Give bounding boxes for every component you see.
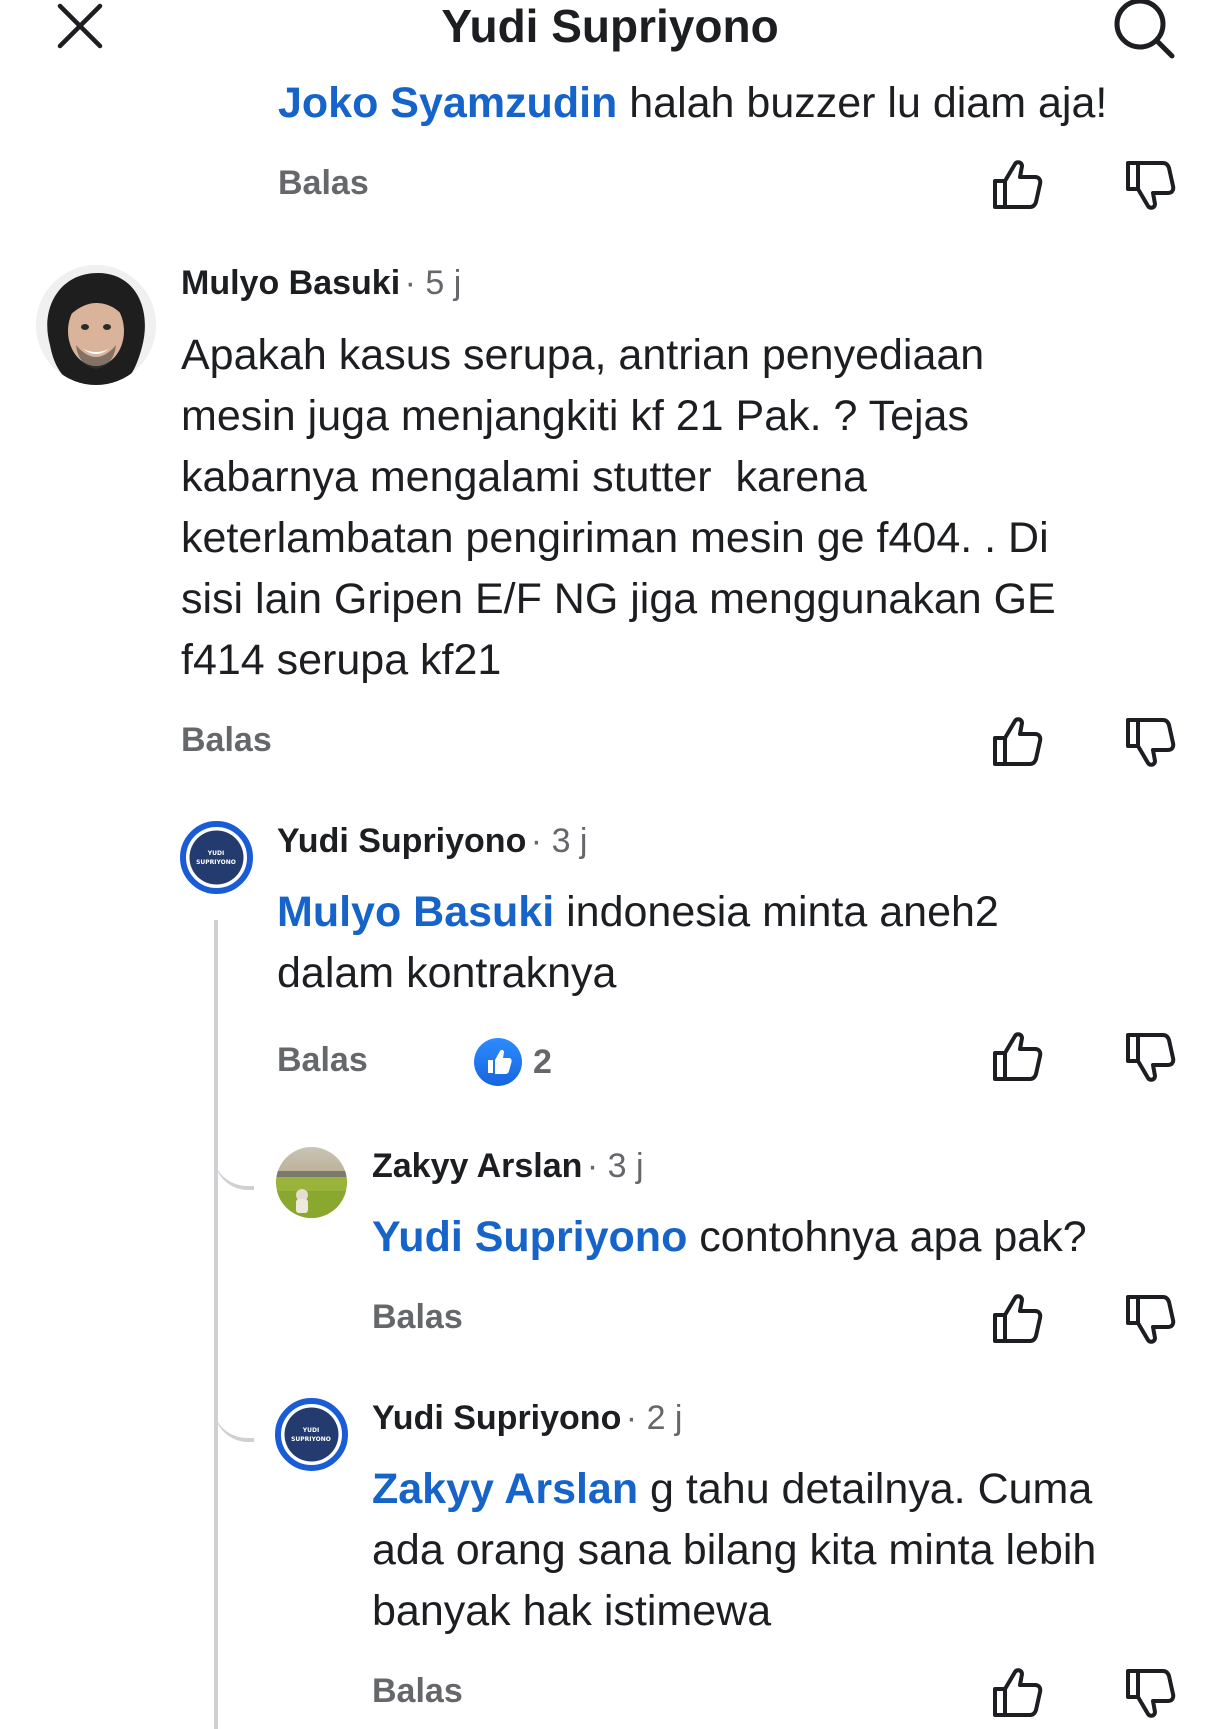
author-name[interactable]: Yudi Supriyono (372, 1399, 621, 1437)
reaction-count[interactable]: 2 (533, 1043, 552, 1082)
reply-button[interactable]: Balas (372, 1298, 463, 1337)
thumbs-up-icon (993, 1294, 1043, 1343)
timestamp[interactable]: · 3 j (587, 1147, 644, 1185)
like-button[interactable] (990, 1029, 1046, 1085)
comment-body: banyak hak istimewa (372, 1587, 772, 1635)
text-line: mesin juga menjangkiti kf 21 Pak. ? Teja… (181, 392, 969, 440)
author-name[interactable]: Zakyy Arslan (372, 1147, 582, 1185)
comment-body: dalam kontraknya (277, 949, 617, 997)
comment-text-zakyy: Yudi Supriyono contohnya apa pak? (372, 1207, 1087, 1268)
text-line: f414 serupa kf21 (181, 636, 502, 684)
thumbs-up-icon (993, 1668, 1043, 1717)
thumbs-up-icon (993, 1032, 1043, 1081)
comment-text-mulyo: Apakah kasus serupa, antrian penyediaan … (181, 325, 1056, 691)
logo-text: SUPRIYONO (196, 859, 236, 866)
comment-header-yudi2: Yudi Supriyono · 2 j (372, 1399, 682, 1438)
comment-body: ada orang sana bilang kita minta lebih (372, 1526, 1097, 1574)
top-bar: Yudi Supriyono (0, 0, 1220, 70)
dislike-button[interactable] (1123, 714, 1179, 770)
comment-header-zakyy: Zakyy Arslan · 3 j (372, 1147, 644, 1186)
dislike-button[interactable] (1123, 1029, 1179, 1085)
page-logo-icon: YUDI SUPRIYONO (189, 830, 244, 885)
avatar-zakyy[interactable] (276, 1147, 347, 1218)
mention-link[interactable]: Yudi Supriyono (372, 1213, 687, 1261)
comment-header-mulyo: Mulyo Basuki · 5 j (181, 264, 461, 303)
mention-link[interactable]: Joko Syamzudin (278, 79, 617, 127)
avatar-photo (276, 1147, 347, 1218)
mention-link[interactable]: Zakyy Arslan (372, 1465, 638, 1513)
dislike-button[interactable] (1123, 157, 1179, 213)
logo-text: YUDI (302, 1427, 319, 1434)
like-button[interactable] (990, 1291, 1046, 1347)
reply-button[interactable]: Balas (277, 1041, 368, 1080)
mention-link[interactable]: Mulyo Basuki (277, 888, 554, 936)
comment-header-yudi1: Yudi Supriyono · 3 j (277, 822, 587, 861)
text-line: keterlambatan pengiriman mesin ge f404. … (181, 514, 1049, 562)
comment-body: halah buzzer lu diam aja! (617, 79, 1108, 127)
like-button[interactable] (990, 1665, 1046, 1721)
logo-text: YUDI (207, 850, 224, 857)
text-line: sisi lain Gripen E/F NG jiga menggunakan… (181, 575, 1056, 623)
comment-text-yudi1: Mulyo Basuki indonesia minta aneh2 dalam… (277, 882, 999, 1004)
thumbs-down-icon (1126, 1033, 1176, 1082)
author-name[interactable]: Mulyo Basuki (181, 264, 400, 302)
logo-text: SUPRIYONO (291, 1436, 331, 1443)
author-name[interactable]: Yudi Supriyono (277, 822, 526, 860)
search-icon (1114, 0, 1175, 59)
thumbs-down-icon (1126, 718, 1176, 767)
comment-body: indonesia minta aneh2 (554, 888, 999, 936)
thread-branch (214, 1110, 254, 1190)
dislike-button[interactable] (1123, 1665, 1179, 1721)
thumbs-up-icon (488, 1049, 512, 1074)
comment-body: contohnya apa pak? (687, 1213, 1087, 1261)
avatar-yudi[interactable]: YUDI SUPRIYONO (275, 1398, 348, 1471)
timestamp[interactable]: · 3 j (531, 822, 588, 860)
reply-button[interactable]: Balas (278, 164, 369, 203)
search-button[interactable] (1110, 0, 1182, 64)
reaction-like-badge[interactable] (474, 1038, 522, 1086)
like-button[interactable] (990, 714, 1046, 770)
text-line: Apakah kasus serupa, antrian penyediaan (181, 331, 985, 379)
avatar-yudi[interactable]: YUDI SUPRIYONO (180, 821, 253, 894)
timestamp[interactable]: · 2 j (626, 1399, 683, 1437)
reply-button[interactable]: Balas (181, 721, 272, 760)
thumbs-up-icon (993, 717, 1043, 766)
like-button[interactable] (990, 157, 1046, 213)
thread-line (214, 920, 218, 1729)
timestamp[interactable]: · 5 j (405, 264, 462, 302)
thumbs-down-icon (1126, 161, 1176, 210)
avatar-mulyo[interactable] (36, 265, 156, 385)
thumbs-up-icon (993, 160, 1043, 209)
page-logo-icon: YUDI SUPRIYONO (284, 1407, 339, 1462)
thumbs-down-icon (1126, 1295, 1176, 1344)
dislike-button[interactable] (1123, 1291, 1179, 1347)
thread-branch (214, 1360, 254, 1442)
page-title: Yudi Supriyono (441, 0, 779, 52)
thumbs-down-icon (1126, 1669, 1176, 1718)
comment-text-yudi2: Zakyy Arslan g tahu detailnya. Cuma ada … (372, 1459, 1096, 1642)
text-line: kabarnya mengalami stutter karena (181, 453, 867, 501)
avatar-photo (36, 265, 156, 385)
comment-text-joko: Joko Syamzudin halah buzzer lu diam aja! (278, 73, 1107, 134)
reply-button[interactable]: Balas (372, 1672, 463, 1711)
comment-body: g tahu detailnya. Cuma (638, 1465, 1093, 1513)
